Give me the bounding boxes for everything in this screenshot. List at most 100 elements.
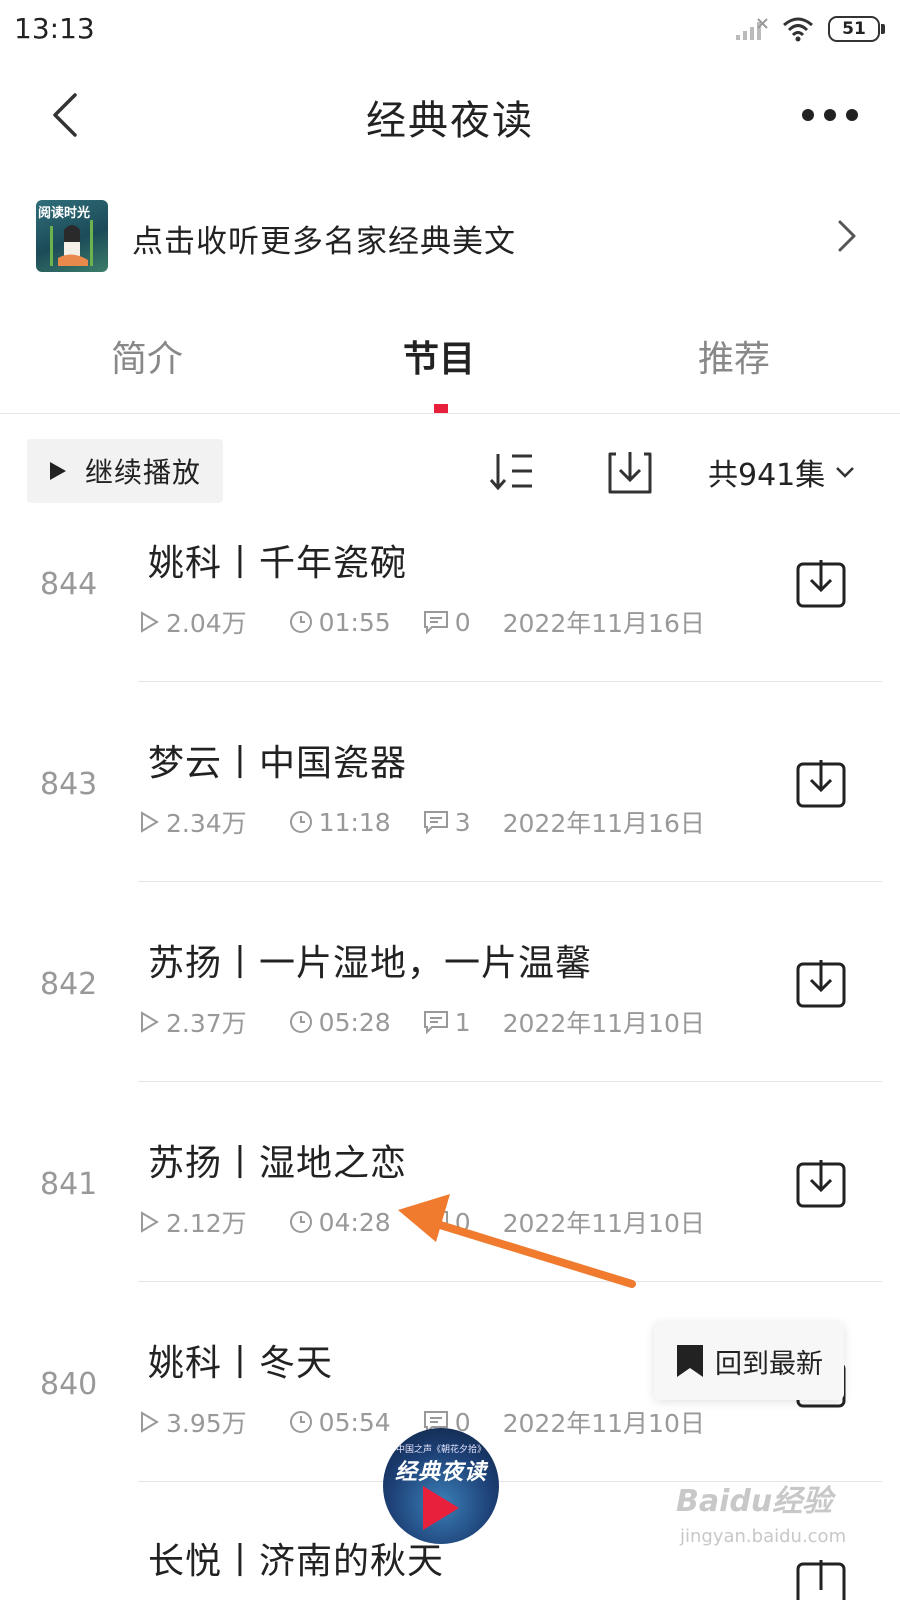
continue-play-label: 继续播放	[85, 456, 202, 489]
episode-count-label: 共941集	[708, 458, 826, 493]
play-count: 2.04万	[138, 604, 247, 640]
watermark-logo: Baidu经验	[676, 1484, 833, 1519]
clock-icon	[289, 1011, 312, 1033]
publish-date: 2022年11月10日	[502, 1009, 705, 1038]
row-divider	[138, 681, 882, 682]
play-count-value: 2.12万	[166, 1209, 247, 1238]
comment-icon	[423, 611, 448, 634]
play-outline-icon	[141, 1411, 159, 1433]
download-icon	[608, 452, 652, 494]
tab-divider	[0, 413, 900, 414]
more-button[interactable]	[790, 90, 870, 140]
play-count: 2.34万	[138, 804, 247, 840]
duration: 05:28	[289, 1008, 391, 1037]
publish-date: 2022年11月16日	[502, 809, 705, 838]
clock-icon	[289, 811, 312, 833]
sort-button[interactable]	[486, 446, 542, 498]
tab-intro[interactable]: 简介	[111, 330, 183, 382]
bookmark-icon	[677, 1345, 703, 1377]
page-title: 经典夜读	[366, 98, 534, 144]
play-count-value: 2.37万	[166, 1009, 247, 1038]
episode-number: 842	[40, 967, 98, 1002]
episode-title: 苏扬丨湿地之恋	[148, 1143, 408, 1184]
episode-title: 姚科丨冬天	[148, 1343, 334, 1384]
comment-count-value: 3	[454, 807, 471, 837]
play-count: 2.12万	[138, 1204, 247, 1240]
sort-order-icon	[489, 454, 532, 491]
back-to-latest-button[interactable]: 回到最新	[654, 1322, 844, 1400]
publish-date: 2022年11月10日	[502, 1409, 705, 1438]
download-icon[interactable]	[796, 1160, 846, 1210]
duration: 01:55	[289, 608, 391, 637]
duration: 05:54	[289, 1408, 391, 1437]
reading-girl-illustration	[50, 220, 93, 266]
episode-number: 841	[40, 1167, 98, 1202]
episode-number: 844	[40, 567, 98, 602]
promo-thumbnail: 阅读时光	[36, 200, 108, 272]
chevron-right-icon	[838, 220, 856, 252]
comment-count-value: 1	[454, 1007, 471, 1037]
comment-count: 3	[423, 808, 471, 837]
clock-icon	[289, 1211, 312, 1233]
duration: 04:28	[289, 1208, 391, 1237]
duration-value: 05:28	[318, 1007, 391, 1037]
play-outline-icon	[141, 1211, 159, 1233]
episode-meta: 2.04万 01:55 0 2022年11月16日	[138, 604, 705, 640]
status-icons: 51	[734, 14, 885, 44]
download-icon[interactable]	[796, 760, 846, 810]
play-icon	[50, 462, 66, 480]
episode-meta: 2.37万 05:28 1 2022年11月10日	[138, 1004, 705, 1040]
clock-icon	[289, 611, 312, 633]
download-icon[interactable]	[796, 1560, 846, 1600]
play-outline-icon	[141, 611, 159, 633]
battery-level: 51	[842, 19, 866, 39]
comment-count-value: 0	[454, 607, 471, 637]
episode-count-selector[interactable]: 共941集	[708, 450, 855, 494]
episode-row[interactable]: 844 姚科丨千年瓷碗 2.04万 01:55 0 2022年11月16日	[0, 510, 900, 710]
comment-count: 0	[423, 608, 471, 637]
watermark-url: jingyan.baidu.com	[680, 1526, 847, 1547]
episode-row[interactable]: 842 苏扬丨一片湿地，一片温馨 2.37万 05:28 1 2022年11月1…	[0, 910, 900, 1110]
duration-value: 05:54	[318, 1407, 391, 1437]
tab-episodes[interactable]: 节目	[403, 330, 475, 382]
promo-banner[interactable]: 阅读时光 点击收听更多名家经典美文	[0, 200, 900, 280]
back-to-latest-label: 回到最新	[715, 1348, 823, 1380]
chevron-down-icon	[836, 467, 855, 478]
annotation-arrow-icon	[398, 1194, 636, 1288]
status-time: 13:13	[14, 12, 95, 45]
play-count: 3.95万	[138, 1404, 247, 1440]
episode-row[interactable]: 843 梦云丨中国瓷器 2.34万 11:18 3 2022年11月16日	[0, 710, 900, 910]
episode-title: 长悦丨济南的秋天	[148, 1541, 445, 1582]
episode-title: 姚科丨千年瓷碗	[148, 543, 408, 584]
play-icon	[423, 1486, 459, 1530]
mini-player-button[interactable]: 中国之声《朝花夕拾》 经典夜读	[383, 1428, 499, 1544]
play-count-value: 3.95万	[166, 1409, 247, 1438]
clock-icon	[289, 1411, 312, 1433]
episode-number: 840	[40, 1367, 98, 1402]
more-icon	[802, 109, 858, 121]
play-count-value: 2.04万	[166, 609, 247, 638]
duration: 11:18	[289, 808, 391, 837]
publish-date: 2022年11月16日	[502, 609, 705, 638]
wifi-icon	[783, 17, 813, 42]
play-count: 2.37万	[138, 1004, 247, 1040]
battery-indicator: 51	[828, 16, 885, 42]
duration-value: 11:18	[318, 807, 391, 837]
download-icon[interactable]	[796, 960, 846, 1010]
episode-number: 843	[40, 767, 98, 802]
tab-recommend[interactable]: 推荐	[698, 330, 770, 382]
row-divider	[138, 1081, 882, 1082]
player-cover-title: 经典夜读	[394, 1460, 487, 1485]
play-count-value: 2.34万	[166, 809, 247, 838]
continue-play-button[interactable]: 继续播放	[27, 439, 223, 503]
duration-value: 01:55	[318, 607, 391, 637]
signal-icon	[736, 18, 768, 40]
download-icon[interactable]	[796, 560, 846, 610]
episode-title: 苏扬丨一片湿地，一片温馨	[148, 943, 593, 984]
play-outline-icon	[141, 1011, 159, 1033]
play-outline-icon	[141, 811, 159, 833]
episode-title: 梦云丨中国瓷器	[148, 743, 408, 784]
comment-icon	[423, 1011, 448, 1034]
download-all-button[interactable]	[602, 446, 658, 498]
comment-icon	[423, 811, 448, 834]
